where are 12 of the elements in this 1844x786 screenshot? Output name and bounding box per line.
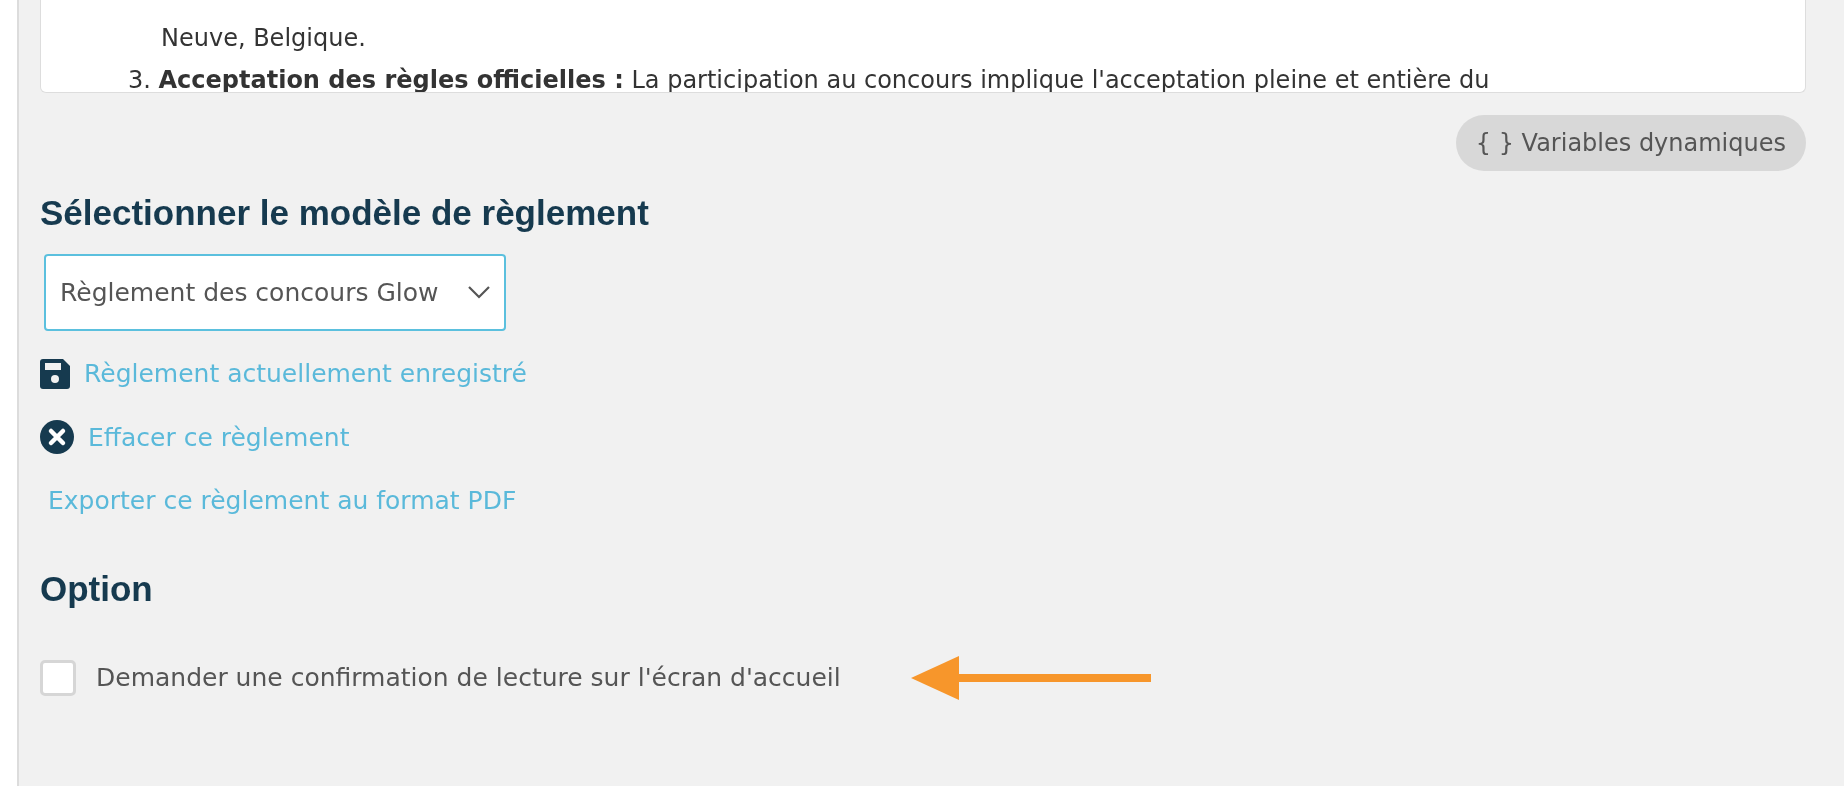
link[interactable]: Règlement actuellement enregistré [84,355,527,393]
chevron-down-icon [468,286,490,299]
template-select[interactable]: Règlement des concours Glow [44,254,506,331]
link[interactable]: Exporter ce règlement au format PDF [48,482,517,520]
checkbox[interactable] [40,659,76,696]
checkbox-label: Demander une confirmation de lecture sur l'écran d'accueil [96,661,841,694]
section-title: Sélectionner le modèle de règlement [40,192,650,234]
rules-text-line: Neuve, Belgique. [160,23,367,54]
section-title: Option [40,567,154,610]
link[interactable]: Effacer ce règlement [88,418,350,456]
variables-button[interactable]: { } Variables dynamiques [1455,115,1806,171]
close-icon [40,420,74,455]
